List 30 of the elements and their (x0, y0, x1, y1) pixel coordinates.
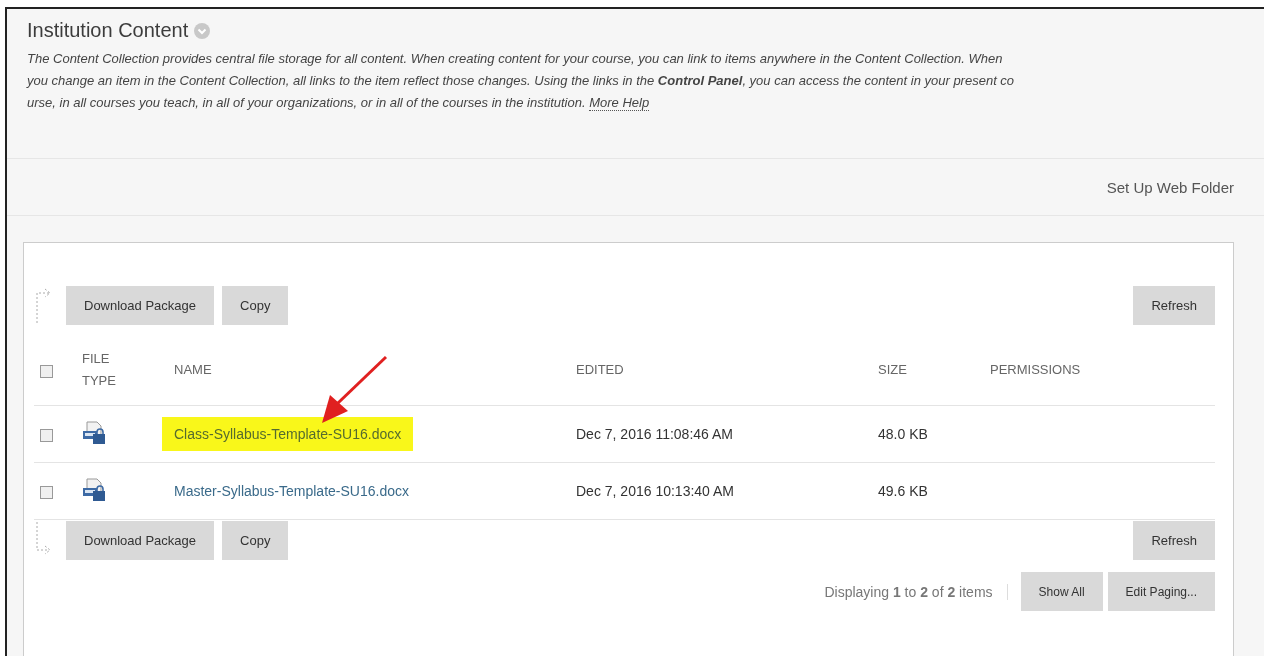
row-checkbox[interactable] (40, 485, 53, 499)
column-header: SIZE (878, 362, 907, 377)
action-button[interactable]: Copy (222, 285, 289, 325)
action-button[interactable]: Download Package (66, 520, 215, 560)
row-checkbox[interactable] (40, 428, 53, 442)
set-up-web-folder-link[interactable]: Set Up Web Folder (1106, 178, 1234, 196)
select-all-checkbox[interactable] (40, 364, 53, 378)
column-header: PERMISSIONS (990, 362, 1081, 377)
paging-summary: Displaying 1 to 2 of 2 items (824, 583, 1008, 600)
file-link[interactable]: Class-Syllabus-Template-SU16.docx (162, 417, 414, 451)
file-size: 49.6 KB (878, 483, 928, 499)
column-header: NAME (174, 362, 212, 377)
action-button[interactable]: Download Package (66, 285, 215, 325)
chevron-down-icon[interactable] (194, 22, 211, 39)
page-title: Institution Content (27, 19, 189, 42)
action-button[interactable]: Copy (222, 520, 289, 560)
document-lock-icon (82, 420, 106, 445)
more-help-link[interactable]: More Help (589, 95, 650, 111)
column-header: FILE TYPE (82, 351, 116, 388)
edited-date: Dec 7, 2016 11:08:46 AM (576, 426, 733, 442)
refresh-button[interactable]: Refresh (1133, 285, 1215, 325)
document-lock-icon (82, 477, 106, 502)
file-link[interactable]: Master-Syllabus-Template-SU16.docx (162, 474, 421, 508)
edited-date: Dec 7, 2016 10:13:40 AM (576, 483, 734, 499)
column-header: EDITED (576, 362, 624, 377)
paging-button[interactable]: Edit Paging... (1107, 572, 1215, 611)
paging-button[interactable]: Show All (1020, 572, 1103, 611)
file-size: 48.0 KB (878, 426, 928, 442)
refresh-button[interactable]: Refresh (1133, 520, 1215, 560)
description: The Content Collection provides central file storage for all content. When creating content for your course, you can link to items anywhere in the Content Collection. When you change an item in the Content Collection, all links to the item reflect those changes. Using the links in the Control Panel, you can access the content in your present co urse, in all courses you teach, in all of your organizations, or in all of the courses in the institution. More Help (27, 50, 1016, 113)
